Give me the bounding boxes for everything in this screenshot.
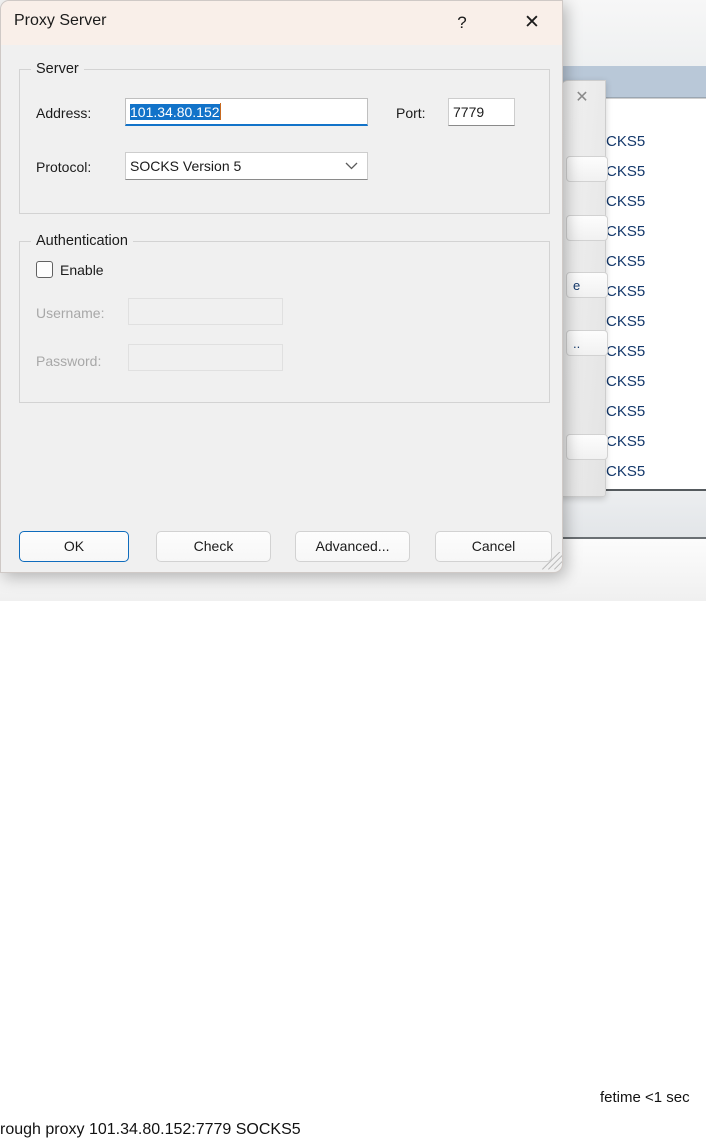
table-cell-protocol: CKS5 [606,343,646,360]
password-input[interactable] [128,344,283,371]
table-cell-protocol: CKS5 [606,253,646,270]
table-row[interactable]: CKS5 [606,367,706,397]
ok-button[interactable]: OK [19,531,129,562]
background-panel-button[interactable] [566,156,608,182]
dialog-resize-grip[interactable] [542,552,562,572]
table-row[interactable]: CKS5 [606,127,706,157]
advanced-button[interactable]: Advanced... [295,531,410,562]
cancel-button[interactable]: Cancel [435,531,552,562]
table-cell-protocol: CKS5 [606,433,646,450]
background-status-proxy-line: rough proxy 101.34.80.152:7779 SOCKS5 [0,1121,301,1138]
enable-auth-label: Enable [60,261,104,278]
text-caret [219,103,221,120]
background-panel-button[interactable] [566,434,608,460]
protocol-select[interactable]: SOCKS Version 5 [125,152,368,180]
address-label: Address: [36,105,92,121]
table-row[interactable]: CKS5 [606,157,706,187]
background-panel-button[interactable] [566,215,608,241]
close-button[interactable]: ✕ [509,1,555,45]
port-input-value: 7779 [453,104,485,120]
enable-auth-checkbox[interactable] [36,261,53,278]
table-cell-protocol: CKS5 [606,463,646,480]
table-row[interactable]: CKS5 [606,277,706,307]
table-cell-protocol: CKS5 [606,223,646,240]
table-cell-protocol: CKS5 [606,313,646,330]
table-cell-protocol: CKS5 [606,163,646,180]
table-row[interactable]: CKS5 [606,247,706,277]
server-group: Server [19,61,550,214]
background-status-lifetime: fetime <1 sec [600,1089,690,1106]
table-cell-protocol: CKS5 [606,373,646,390]
username-label: Username: [36,305,105,321]
table-row[interactable]: CKS5 [606,187,706,217]
chevron-down-icon [345,153,358,181]
password-label: Password: [36,353,102,369]
server-group-legend: Server [31,61,84,77]
username-input[interactable] [128,298,283,325]
table-row[interactable]: CKS5 [606,427,706,457]
proxy-server-dialog: Proxy Server ? ✕ Server Address: 101.34.… [0,0,563,573]
protocol-selected-value: SOCKS Version 5 [130,158,242,174]
table-row[interactable]: CKS5 [606,307,706,337]
help-button[interactable]: ? [439,1,485,45]
port-input[interactable]: 7779 [448,98,515,126]
table-row[interactable]: CKS5 [606,217,706,247]
authentication-group-legend: Authentication [31,233,133,249]
table-cell-protocol: CKS5 [606,403,646,420]
check-button[interactable]: Check [156,531,271,562]
table-cell-protocol: CKS5 [606,133,646,150]
table-cell-protocol: CKS5 [606,283,646,300]
enable-auth-checkbox-row[interactable]: Enable [36,261,104,278]
port-label: Port: [396,105,426,121]
address-input[interactable]: 101.34.80.152 [125,98,368,126]
dialog-title: Proxy Server [14,12,107,29]
address-input-value: 101.34.80.152 [130,104,220,120]
background-inner-close-icon[interactable]: ✕ [571,87,593,109]
table-row[interactable]: CKS5 [606,337,706,367]
table-row[interactable]: CKS5 [606,457,706,487]
table-row[interactable]: CKS5 [606,397,706,427]
protocol-label: Protocol: [36,159,92,175]
dialog-title-bar: Proxy Server ? ✕ [1,1,562,45]
table-cell-protocol: CKS5 [606,193,646,210]
background-panel-button[interactable]: e [566,272,608,298]
background-panel-button[interactable]: .. [566,330,608,356]
